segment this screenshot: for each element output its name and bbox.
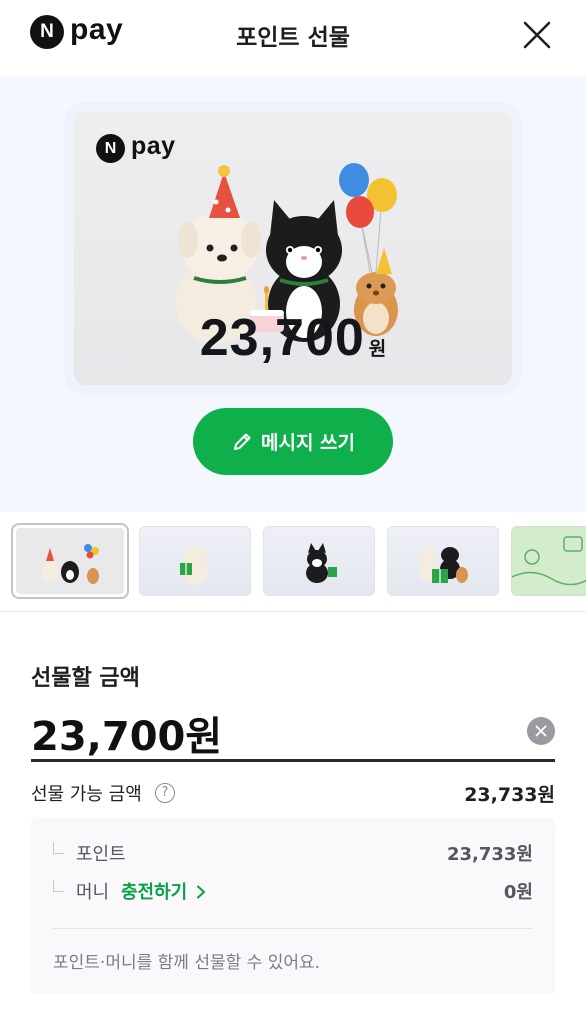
money-label: 머니 bbox=[76, 882, 110, 903]
write-message-label: 메시지 쓰기 bbox=[260, 432, 355, 454]
branch-line-icon bbox=[53, 880, 64, 892]
dog-gift-thumbnail-art bbox=[180, 546, 208, 585]
available-amount-row: 선물 가능 금액 ? 23,733원 bbox=[31, 780, 555, 806]
card-design-picker bbox=[0, 512, 586, 612]
money-row: 머니 충전하기 0원 bbox=[53, 878, 533, 904]
points-label: 포인트 bbox=[76, 844, 126, 865]
close-button[interactable] bbox=[522, 20, 552, 50]
points-value: 23,733원 bbox=[446, 844, 533, 865]
money-value: 0원 bbox=[503, 882, 533, 903]
design-thumbnail-cat-gift[interactable] bbox=[263, 526, 375, 596]
available-amount-value: 23,733원 bbox=[464, 784, 555, 806]
card-preview-area: N pay 23,700 원 메시지 쓰기 bbox=[0, 76, 586, 512]
help-icon[interactable]: ? bbox=[155, 783, 175, 803]
write-message-button[interactable]: 메시지 쓰기 bbox=[193, 408, 393, 475]
design-thumbnail-party[interactable] bbox=[11, 523, 129, 599]
card-amount: 23,700 원 bbox=[74, 308, 512, 368]
gift-card: N pay 23,700 원 bbox=[74, 112, 512, 385]
divider bbox=[53, 928, 533, 929]
pencil-icon bbox=[233, 433, 251, 450]
green-thumbnail-art bbox=[512, 527, 586, 595]
design-thumbnail-dog-gift[interactable] bbox=[139, 526, 251, 596]
page-title: 포인트 선물 bbox=[236, 25, 350, 51]
friends-gift-thumbnail-art bbox=[418, 547, 468, 583]
card-logo-mark: N bbox=[96, 134, 125, 163]
top-bar: N pay 포인트 선물 bbox=[0, 0, 586, 76]
card-amount-value: 23,700 bbox=[199, 309, 365, 367]
design-thumbnail-friends-gift[interactable] bbox=[387, 526, 499, 596]
breakdown-note: 포인트·머니를 함께 선물할 수 있어요. bbox=[53, 953, 321, 973]
points-row: 포인트 23,733원 bbox=[53, 840, 533, 866]
clear-amount-button[interactable] bbox=[527, 717, 555, 745]
chevron-right-icon bbox=[196, 885, 205, 899]
close-icon bbox=[523, 21, 551, 49]
design-thumbnail-green[interactable] bbox=[511, 526, 586, 596]
cat-gift-thumbnail-art bbox=[306, 543, 337, 583]
thumbnail-image bbox=[16, 528, 124, 594]
clear-icon bbox=[535, 725, 547, 737]
available-breakdown: 포인트 23,733원 머니 충전하기 0원 포인트·머니를 함께 선물할 수 … bbox=[31, 818, 555, 994]
branch-line-icon bbox=[53, 842, 64, 854]
gift-amount-label: 선물할 금액 bbox=[31, 666, 140, 691]
gift-amount-field[interactable]: 23,700원 bbox=[31, 700, 555, 762]
charge-link[interactable]: 충전하기 bbox=[121, 878, 206, 904]
party-thumbnail-art bbox=[41, 544, 99, 584]
gift-amount-input[interactable]: 23,700원 bbox=[31, 704, 222, 762]
charge-label: 충전하기 bbox=[121, 882, 188, 903]
available-amount-label: 선물 가능 금액 bbox=[31, 784, 142, 805]
card-amount-currency: 원 bbox=[368, 338, 387, 360]
